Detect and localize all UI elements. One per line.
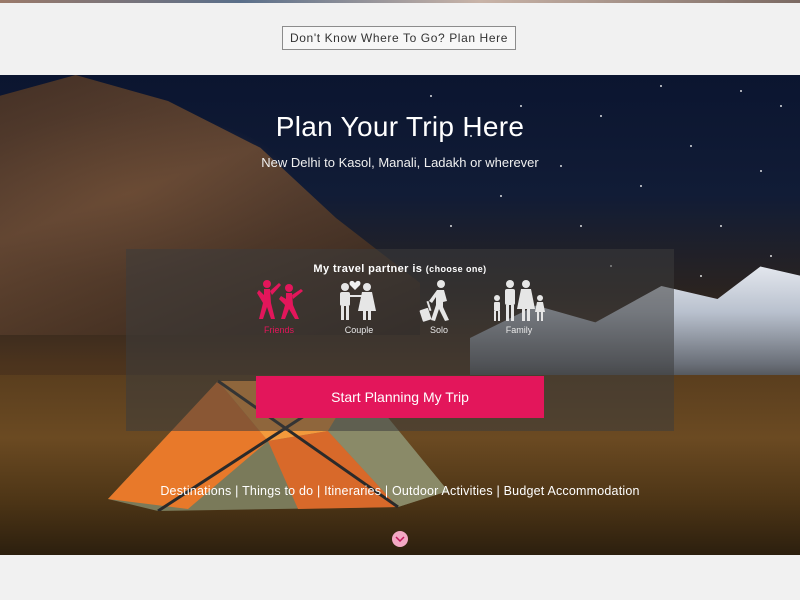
hero-section: Plan Your Trip Here New Delhi to Kasol, … [0,75,800,555]
partner-label-friends: Friends [263,325,294,335]
page-footer-area [0,555,800,600]
partner-option-couple[interactable]: Couple [319,279,399,345]
solo-traveller-icon [419,280,449,322]
link-things-to-do[interactable]: Things to do [242,484,313,498]
travel-partner-label-text: My travel partner is [313,263,423,275]
travel-partner-panel: My travel partner is (choose one) Friend… [126,249,674,431]
partner-option-family[interactable]: Family [479,279,559,345]
top-bar: Don't Know Where To Go? Plan Here [0,3,800,75]
link-itineraries[interactable]: Itineraries [324,484,381,498]
bottom-links-nav: Destinations | Things to do | Itinerarie… [160,484,640,498]
hero-subtitle: New Delhi to Kasol, Manali, Ladakh or wh… [261,155,539,170]
partner-label-couple: Couple [344,325,374,335]
link-destinations[interactable]: Destinations [160,484,231,498]
hero-title: Plan Your Trip Here [275,111,525,142]
family-icon [494,280,545,321]
start-planning-button[interactable]: Start Planning My Trip [256,376,544,418]
plan-here-button[interactable]: Don't Know Where To Go? Plan Here [282,26,516,50]
partner-option-friends[interactable]: Friends [239,279,319,345]
travel-partner-hint: (choose one) [425,264,487,274]
friends-icon [257,280,303,319]
travel-partner-label: My travel partner is (choose one) [126,263,674,275]
link-outdoor-activities[interactable]: Outdoor Activities [392,484,493,498]
scroll-down-button[interactable] [392,531,408,547]
partner-label-family: Family [505,325,533,335]
partner-option-solo[interactable]: Solo [399,279,479,345]
link-budget-accommodation[interactable]: Budget Accommodation [504,484,640,498]
chevron-down-icon [395,536,405,542]
couple-icon [340,280,376,320]
partner-label-solo: Solo [429,325,448,335]
